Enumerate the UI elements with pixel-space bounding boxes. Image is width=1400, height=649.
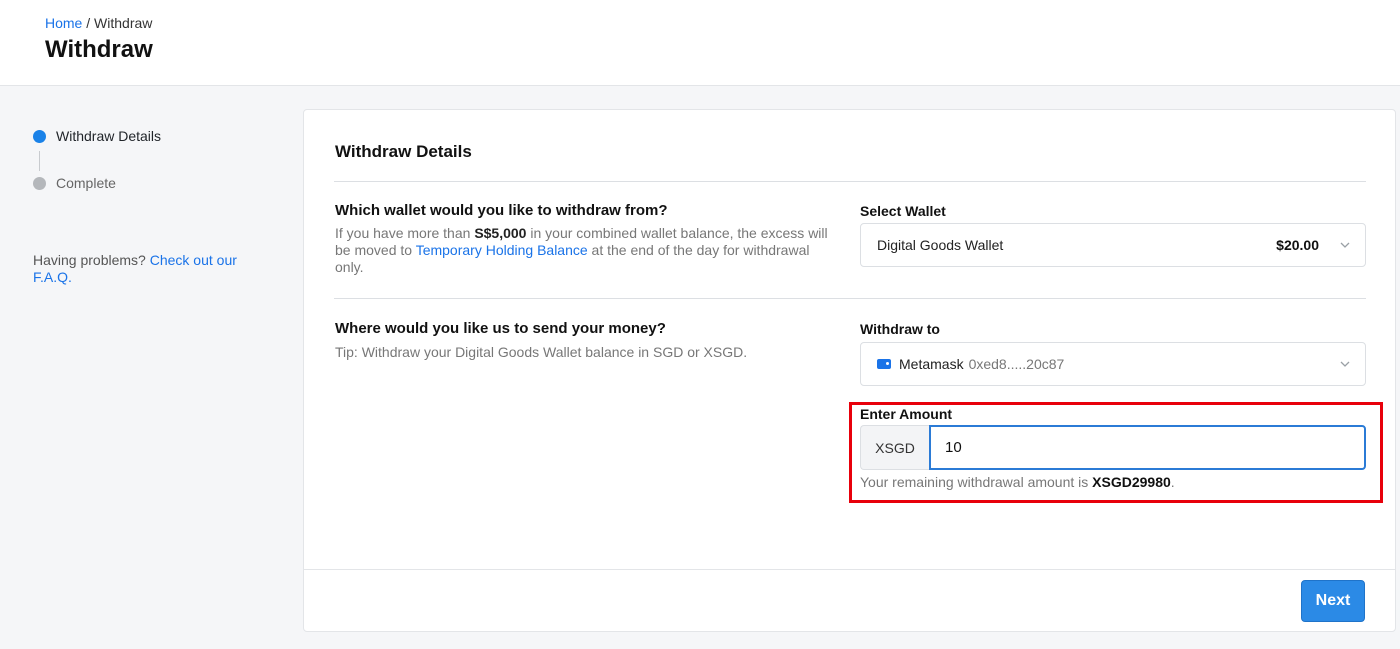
next-button[interactable]: Next <box>1301 580 1365 622</box>
wallet-icon <box>877 359 891 369</box>
card-title: Withdraw Details <box>335 142 472 161</box>
step-label: Complete <box>56 175 116 191</box>
remaining-suffix: . <box>1170 474 1175 490</box>
breadcrumb: Home / Withdraw <box>45 15 152 31</box>
divider <box>334 298 1366 299</box>
temporary-holding-link[interactable]: Temporary Holding Balance <box>416 242 588 258</box>
step-complete: Complete <box>33 175 161 222</box>
enter-amount-label: Enter Amount <box>860 406 953 422</box>
page-header: Home / Withdraw Withdraw <box>0 0 1400 86</box>
breadcrumb-separator: / <box>86 15 91 31</box>
help-text: Having problems? Check out our F.A.Q. <box>33 252 263 286</box>
wallet-provider: Metamask <box>899 356 964 372</box>
withdraw-card: Withdraw Details Which wallet would you … <box>303 109 1396 632</box>
wallet-select-value: Digital Goods Wallet <box>877 237 1004 253</box>
wallet-select[interactable]: Digital Goods Wallet $20.00 <box>860 223 1366 267</box>
chevron-down-icon <box>1340 361 1350 367</box>
amount-input[interactable] <box>929 425 1366 470</box>
chevron-down-icon <box>1340 242 1350 248</box>
step-withdraw-details: Withdraw Details <box>33 128 161 175</box>
desc-text: If you have more than <box>335 225 475 241</box>
withdraw-to-label: Withdraw to <box>860 321 940 337</box>
help-prefix: Having problems? <box>33 252 146 268</box>
currency-prefix: XSGD <box>860 425 929 470</box>
wallet-balance: $20.00 <box>1276 237 1319 253</box>
amount-input-group: XSGD <box>860 425 1366 470</box>
remaining-value: XSGD29980 <box>1092 474 1171 490</box>
withdraw-to-select[interactable]: Metamask 0xed8.....20c87 <box>860 342 1366 386</box>
footer-divider <box>304 569 1395 570</box>
stepper: Withdraw Details Complete <box>33 128 161 222</box>
step-connector <box>39 151 40 171</box>
breadcrumb-current: Withdraw <box>94 15 153 31</box>
withdraw-to-value: Metamask 0xed8.....20c87 <box>877 356 1349 372</box>
destination-tip: Tip: Withdraw your Digital Goods Wallet … <box>335 344 748 360</box>
select-wallet-label: Select Wallet <box>860 203 946 219</box>
step-inactive-dot <box>33 177 46 190</box>
page-title: Withdraw <box>45 36 153 63</box>
remaining-amount-text: Your remaining withdrawal amount is XSGD… <box>860 474 1175 490</box>
step-active-dot <box>33 130 46 143</box>
desc-threshold: S$5,000 <box>474 225 527 241</box>
remaining-prefix: Your remaining withdrawal amount is <box>860 474 1093 490</box>
destination-question-title: Where would you like us to send your mon… <box>335 320 666 337</box>
breadcrumb-home-link[interactable]: Home <box>45 15 82 31</box>
wallet-address: 0xed8.....20c87 <box>968 356 1065 372</box>
divider <box>334 181 1366 182</box>
wallet-question-description: If you have more than S$5,000 in your co… <box>335 225 835 276</box>
wallet-question-title: Which wallet would you like to withdraw … <box>335 202 668 219</box>
step-label: Withdraw Details <box>56 128 162 144</box>
